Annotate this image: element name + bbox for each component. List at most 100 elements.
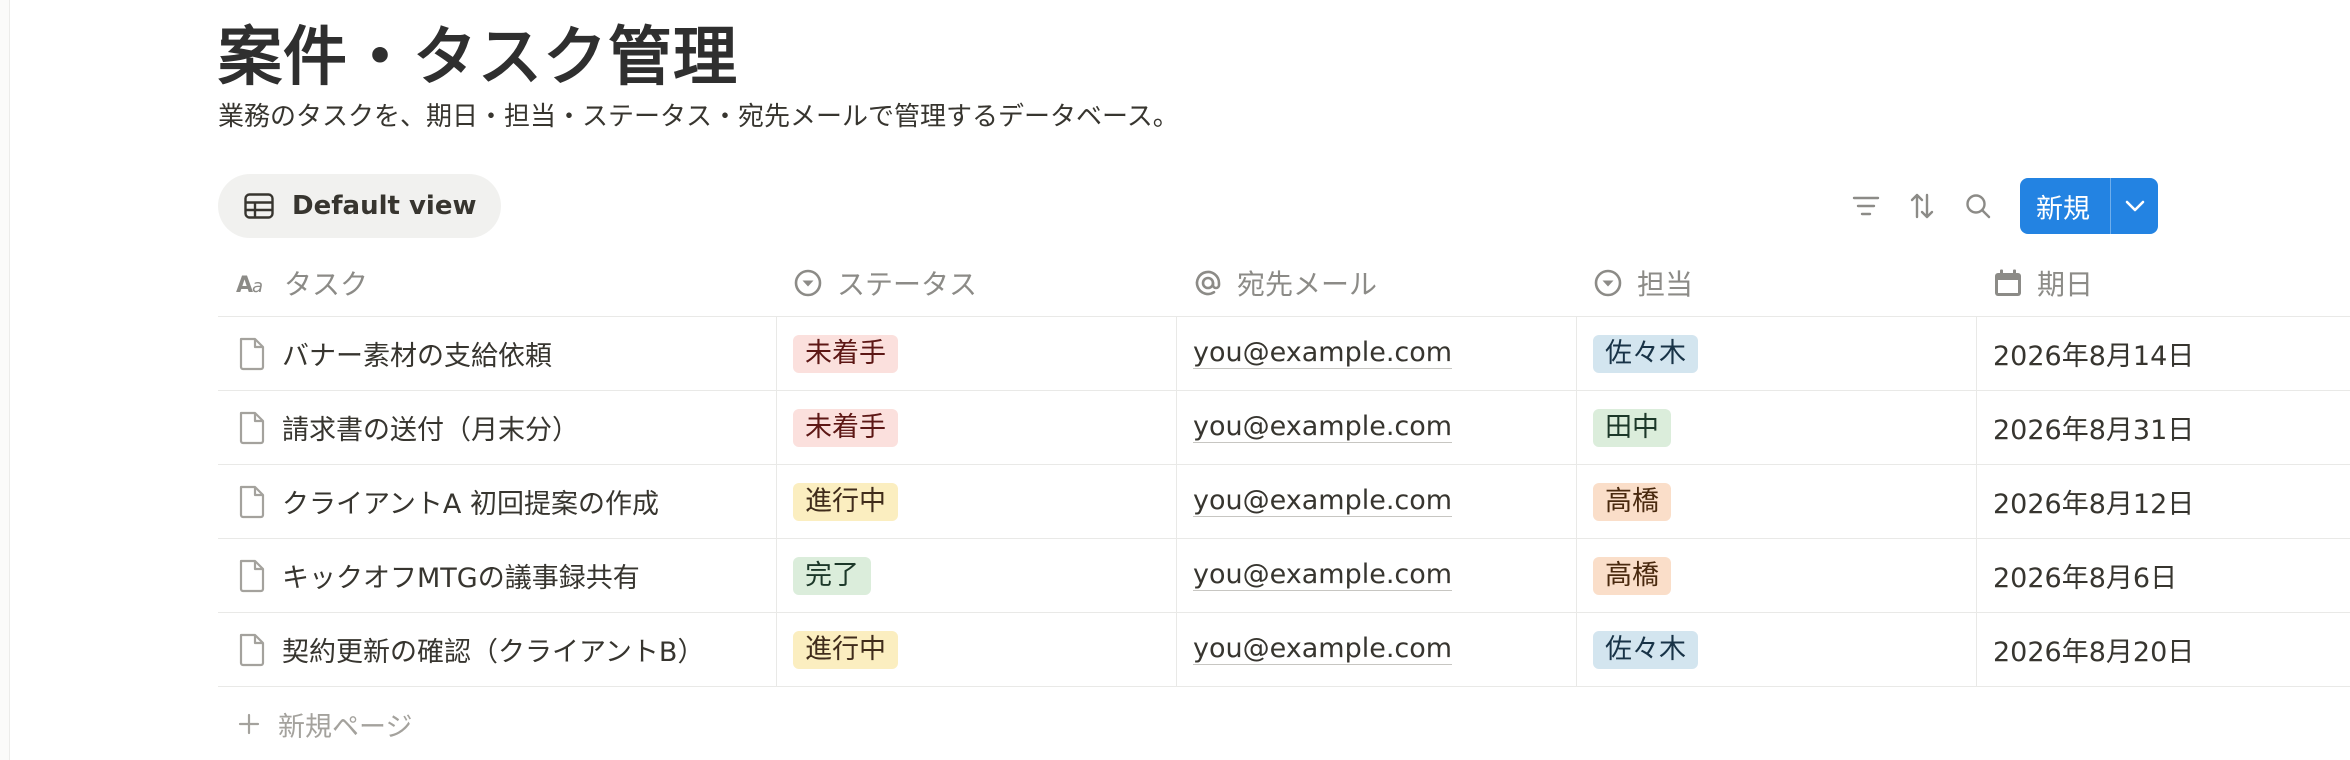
- status-badge: 未着手: [793, 334, 898, 373]
- page-icon: [239, 633, 265, 666]
- page-icon: [239, 411, 265, 444]
- owner-badge: 佐々木: [1593, 630, 1698, 669]
- email-cell[interactable]: you@example.com: [1177, 317, 1577, 390]
- owner-badge: 高橋: [1593, 556, 1671, 595]
- add-new-page-label: 新規ページ: [278, 711, 413, 743]
- owner-cell[interactable]: 高橋: [1577, 465, 1977, 538]
- column-header-label: 期日: [2037, 268, 2094, 301]
- sidebar-edge: [0, 0, 10, 760]
- task-title: キックオフMTGの議事録共有: [282, 563, 640, 594]
- due-date: 2026年8月14日: [1993, 341, 2195, 372]
- column-header-label: 担当: [1637, 268, 1694, 301]
- filter-button[interactable]: [1838, 178, 1894, 234]
- status-cell[interactable]: 未着手: [777, 317, 1177, 390]
- status-cell[interactable]: 進行中: [777, 613, 1177, 686]
- email-link[interactable]: you@example.com: [1193, 560, 1453, 591]
- table-icon: [244, 193, 274, 219]
- task-cell[interactable]: クライアントA 初回提案の作成: [218, 465, 777, 538]
- status-cell[interactable]: 未着手: [777, 391, 1177, 464]
- email-link[interactable]: you@example.com: [1193, 634, 1453, 665]
- email-cell[interactable]: you@example.com: [1177, 613, 1577, 686]
- plus-icon: [238, 713, 260, 735]
- page-description: 業務のタスクを、期日・担当・ステータス・宛先メールで管理するデータベース。: [218, 102, 1179, 132]
- sort-icon: [1910, 193, 1934, 219]
- owner-cell[interactable]: 佐々木: [1577, 613, 1977, 686]
- new-button-group: 新規: [2020, 178, 2158, 234]
- table-row[interactable]: バナー素材の支給依頼 未着手 you@example.com 佐々木 2026年…: [218, 317, 2350, 391]
- due-cell[interactable]: 2026年8月6日: [1977, 539, 2350, 612]
- task-title: クライアントA 初回提案の作成: [282, 489, 659, 520]
- due-date: 2026年8月6日: [1993, 563, 2178, 594]
- page-title: 案件・タスク管理: [218, 21, 738, 95]
- status-badge: 進行中: [793, 630, 898, 669]
- owner-badge: 田中: [1593, 408, 1671, 447]
- filter-icon: [1852, 196, 1880, 216]
- page-icon: [239, 485, 265, 518]
- calendar-icon: [1995, 269, 2021, 296]
- column-header-task[interactable]: A a タスク: [218, 250, 777, 316]
- column-header-label: ステータス: [837, 268, 978, 301]
- owner-cell[interactable]: 佐々木: [1577, 317, 1977, 390]
- svg-text:A: A: [236, 273, 253, 295]
- column-header-owner[interactable]: 担当: [1577, 250, 1977, 316]
- status-badge: 未着手: [793, 408, 898, 447]
- add-new-page-button[interactable]: 新規ページ: [218, 687, 2350, 760]
- owner-badge: 高橋: [1593, 482, 1671, 521]
- column-header-due[interactable]: 期日: [1977, 250, 2350, 316]
- email-cell[interactable]: you@example.com: [1177, 391, 1577, 464]
- email-link[interactable]: you@example.com: [1193, 338, 1453, 369]
- view-tab-label: Default view: [292, 191, 477, 221]
- view-tab-default[interactable]: Default view: [218, 174, 501, 238]
- new-button[interactable]: 新規: [2020, 178, 2110, 234]
- due-cell[interactable]: 2026年8月14日: [1977, 317, 2350, 390]
- column-header-label: タスク: [284, 268, 369, 301]
- database-toolbar: 新規: [1838, 178, 2158, 234]
- chevron-down-icon: [2125, 200, 2144, 212]
- column-header-label: 宛先メール: [1237, 268, 1378, 301]
- svg-text:a: a: [252, 276, 263, 295]
- email-cell[interactable]: you@example.com: [1177, 465, 1577, 538]
- page-icon: [239, 559, 265, 592]
- table-header: A a タスク ステータス 宛先メール 担当 期日: [218, 250, 2350, 317]
- table-row[interactable]: 契約更新の確認（クライアントB） 進行中 you@example.com 佐々木…: [218, 613, 2350, 687]
- status-cell[interactable]: 進行中: [777, 465, 1177, 538]
- table-row[interactable]: クライアントA 初回提案の作成 進行中 you@example.com 高橋 2…: [218, 465, 2350, 539]
- select-property-icon: [1594, 269, 1622, 297]
- email-cell[interactable]: you@example.com: [1177, 539, 1577, 612]
- new-dropdown-button[interactable]: [2110, 178, 2158, 234]
- due-cell[interactable]: 2026年8月12日: [1977, 465, 2350, 538]
- task-title: 契約更新の確認（クライアントB）: [282, 637, 705, 668]
- sort-button[interactable]: [1894, 178, 1950, 234]
- select-property-icon: [794, 269, 822, 297]
- page-icon: [239, 337, 265, 370]
- column-header-status[interactable]: ステータス: [777, 250, 1177, 316]
- due-date: 2026年8月20日: [1993, 637, 2195, 668]
- task-cell[interactable]: バナー素材の支給依頼: [218, 317, 777, 390]
- owner-cell[interactable]: 高橋: [1577, 539, 1977, 612]
- email-link[interactable]: you@example.com: [1193, 486, 1453, 517]
- table-body: バナー素材の支給依頼 未着手 you@example.com 佐々木 2026年…: [218, 317, 2350, 687]
- at-icon: [1195, 270, 1221, 296]
- task-title: バナー素材の支給依頼: [282, 341, 552, 372]
- table-row[interactable]: 請求書の送付（月末分） 未着手 you@example.com 田中 2026年…: [218, 391, 2350, 465]
- task-cell[interactable]: キックオフMTGの議事録共有: [218, 539, 777, 612]
- due-cell[interactable]: 2026年8月20日: [1977, 613, 2350, 686]
- table-row[interactable]: キックオフMTGの議事録共有 完了 you@example.com 高橋 202…: [218, 539, 2350, 613]
- column-header-email[interactable]: 宛先メール: [1177, 250, 1577, 316]
- owner-cell[interactable]: 田中: [1577, 391, 1977, 464]
- email-link[interactable]: you@example.com: [1193, 412, 1453, 443]
- database-table: A a タスク ステータス 宛先メール 担当 期日 バナー素材の支給依頼 未着手…: [218, 250, 2350, 760]
- due-cell[interactable]: 2026年8月31日: [1977, 391, 2350, 464]
- search-button[interactable]: [1950, 178, 2006, 234]
- task-cell[interactable]: 請求書の送付（月末分）: [218, 391, 777, 464]
- due-date: 2026年8月31日: [1993, 415, 2195, 446]
- due-date: 2026年8月12日: [1993, 489, 2195, 520]
- status-badge: 進行中: [793, 482, 898, 521]
- status-cell[interactable]: 完了: [777, 539, 1177, 612]
- page-content: 案件・タスク管理 業務のタスクを、期日・担当・ステータス・宛先メールで管理するデ…: [218, 0, 2350, 760]
- task-title: 請求書の送付（月末分）: [282, 415, 579, 446]
- task-cell[interactable]: 契約更新の確認（クライアントB）: [218, 613, 777, 686]
- owner-badge: 佐々木: [1593, 334, 1698, 373]
- search-icon: [1966, 194, 1991, 219]
- text-property-icon: A a: [236, 273, 263, 295]
